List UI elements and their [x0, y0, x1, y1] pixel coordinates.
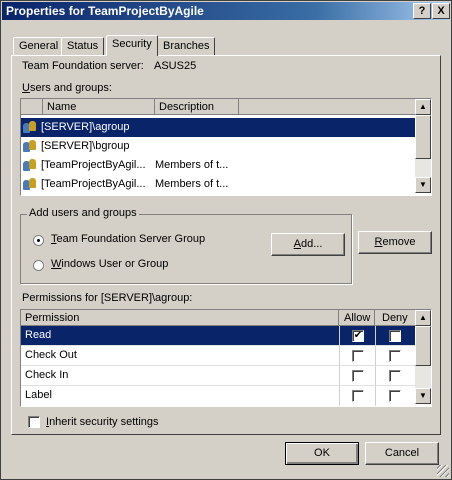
window-title: Properties for TeamProjectByAgile [6, 4, 204, 18]
ok-button[interactable]: OK [285, 442, 359, 465]
server-value: ASUS25 [154, 60, 197, 72]
radio-tfs-group-label[interactable]: Team Foundation Server Group [51, 233, 205, 245]
tab-general[interactable]: General [13, 37, 65, 56]
grid-line [375, 326, 376, 406]
remove-button[interactable]: Remove [358, 231, 432, 254]
close-button[interactable]: X [432, 3, 450, 19]
resize-grip-icon[interactable] [437, 465, 449, 477]
scroll-down-arrow-icon[interactable]: ▼ [415, 177, 431, 193]
add-users-legend: Add users and groups [27, 207, 139, 219]
col-deny[interactable]: Deny [375, 310, 415, 326]
grid-line [21, 345, 415, 346]
scroll-thumb[interactable] [415, 326, 431, 366]
tab-security[interactable]: Security [106, 35, 158, 56]
allow-checkbox[interactable] [352, 370, 364, 382]
help-button[interactable]: ? [413, 3, 431, 19]
user-group-icon [23, 158, 39, 172]
col-permission[interactable]: Permission [21, 310, 339, 326]
scroll-thumb[interactable] [415, 115, 431, 159]
grid-line [21, 385, 415, 386]
deny-checkbox[interactable] [389, 390, 401, 402]
list-item[interactable]: [SERVER]\bgroup [21, 137, 415, 156]
radio-tfs-group[interactable] [33, 235, 44, 246]
permissions-list[interactable]: Permission Allow Deny Read ✔ Check Out C… [20, 309, 432, 407]
col-name[interactable]: Name [43, 99, 155, 115]
tab-status[interactable]: Status [61, 37, 105, 56]
users-list-corner [21, 99, 43, 115]
cancel-button[interactable]: Cancel [365, 442, 439, 465]
tab-branches[interactable]: Branches [157, 37, 216, 56]
user-group-icon [23, 120, 39, 134]
col-allow[interactable]: Allow [339, 310, 375, 326]
user-group-icon [23, 139, 39, 153]
server-label: Team Foundation server: [22, 60, 144, 72]
row-description: Members of t... [155, 178, 229, 190]
grid-line [21, 365, 415, 366]
deny-checkbox[interactable] [389, 330, 401, 342]
users-scrollbar[interactable]: ▲ ▼ [415, 99, 431, 193]
deny-checkbox[interactable] [389, 370, 401, 382]
add-users-groupbox: Add users and groups Team Foundation Ser… [20, 207, 352, 284]
list-item[interactable]: [SERVER]\agroup [21, 118, 415, 137]
col-filler [239, 99, 415, 115]
allow-checkbox[interactable]: ✔ [352, 330, 364, 342]
add-button[interactable]: Add... [271, 233, 345, 256]
users-groups-label: Users and groups: [22, 82, 112, 94]
list-item[interactable]: [TeamProjectByAgil... Members of t... [21, 156, 415, 175]
allow-checkbox[interactable] [352, 350, 364, 362]
inherit-checkbox[interactable] [28, 416, 40, 428]
col-description[interactable]: Description [155, 99, 239, 115]
inherit-label[interactable]: Inherit security settings [46, 416, 159, 428]
security-panel: Team Foundation server: ASUS25 Users and… [11, 55, 441, 435]
deny-checkbox[interactable] [389, 350, 401, 362]
radio-windows-user-label[interactable]: Windows User or Group [51, 258, 168, 270]
scroll-up-arrow-icon[interactable]: ▲ [415, 310, 431, 326]
user-group-icon [23, 177, 39, 191]
scroll-up-arrow-icon[interactable]: ▲ [415, 99, 431, 115]
allow-checkbox[interactable] [352, 390, 364, 402]
scroll-down-arrow-icon[interactable]: ▼ [415, 388, 431, 404]
users-list[interactable]: Name Description [SERVER]\agroup [SERVER… [20, 98, 432, 196]
properties-dialog: Properties for TeamProjectByAgile ? X Ge… [0, 0, 452, 480]
row-description: Members of t... [155, 159, 229, 171]
radio-windows-user[interactable] [33, 260, 44, 271]
grid-line [339, 326, 340, 406]
title-bar: Properties for TeamProjectByAgile ? X [2, 2, 450, 20]
permissions-label: Permissions for [SERVER]\agroup: [22, 292, 193, 304]
permissions-scrollbar[interactable]: ▲ ▼ [415, 310, 431, 404]
list-item[interactable]: [TeamProjectByAgil... Members of t... [21, 175, 415, 194]
